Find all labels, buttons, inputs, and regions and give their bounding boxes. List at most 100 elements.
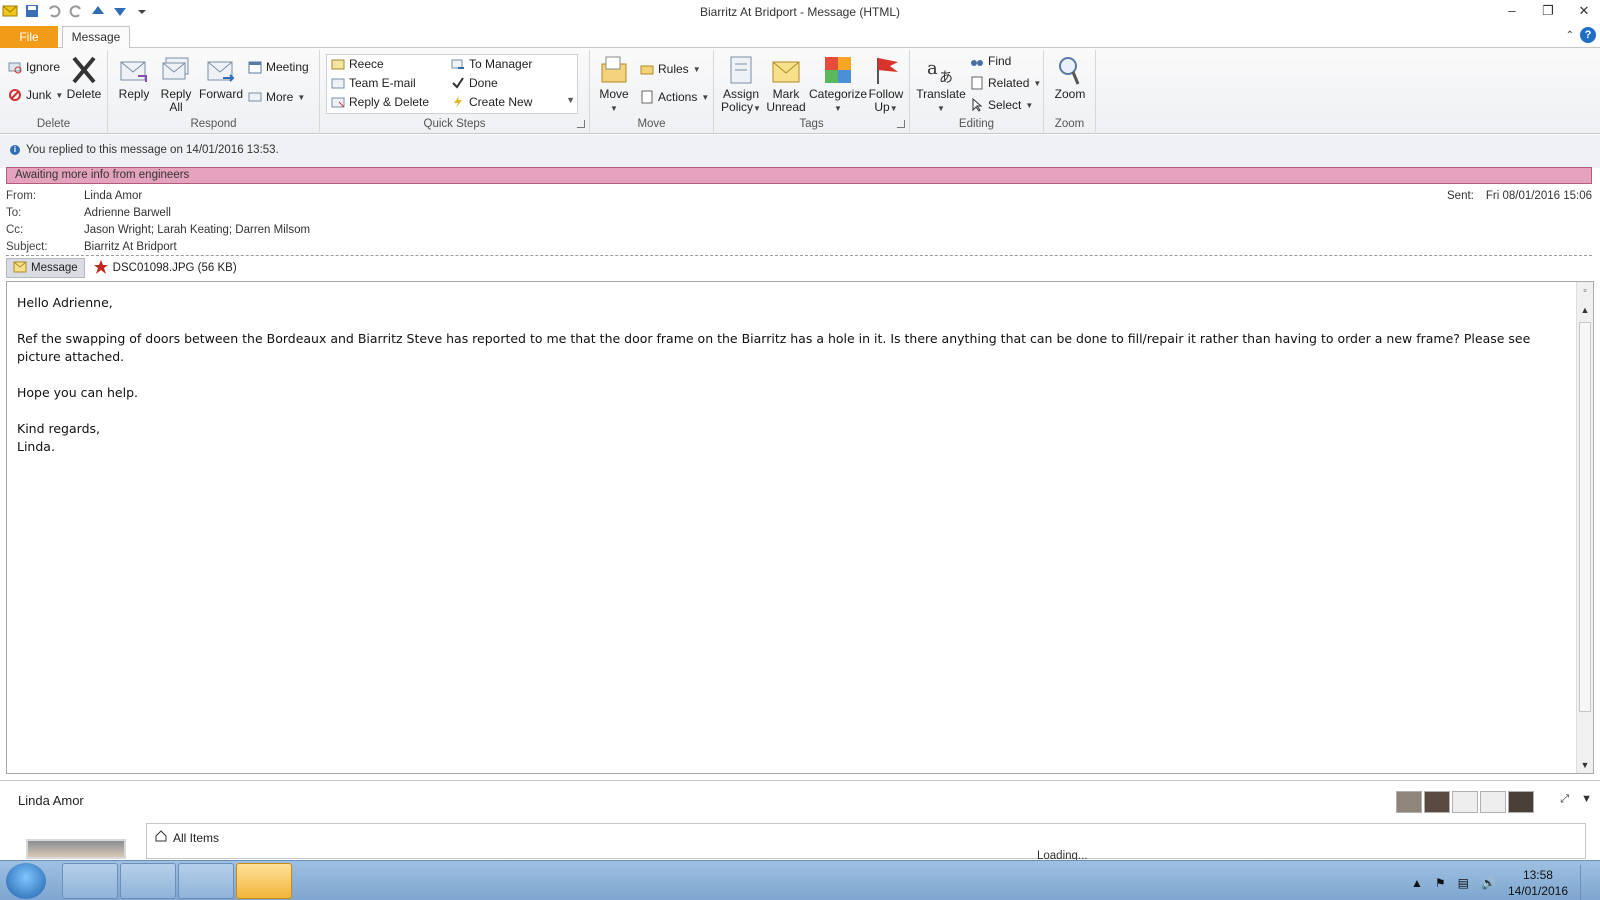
related-button[interactable]: Related ▼ — [970, 76, 1041, 90]
firefox-icon[interactable] — [120, 863, 176, 899]
reply-button[interactable]: Reply — [114, 54, 154, 101]
avatar[interactable] — [1452, 791, 1478, 813]
team-email-icon — [331, 76, 345, 90]
mark-unread-button[interactable]: Mark Unread — [764, 54, 808, 114]
binoculars-icon — [970, 54, 984, 68]
quick-step-team-email[interactable]: Team E-mail — [331, 76, 416, 90]
magnifier-icon — [1054, 54, 1086, 86]
system-tray: ▲ ⚑ ▤ 🔊 13:58 14/01/2016 — [1411, 865, 1590, 900]
reply-icon — [118, 54, 150, 86]
tab-message[interactable]: Message — [62, 26, 130, 49]
chevron-down-icon[interactable]: ▼ — [1581, 793, 1592, 806]
phone-app-icon[interactable] — [236, 863, 292, 899]
move-icon — [598, 54, 630, 86]
junk-button[interactable]: Junk ▼ — [8, 88, 63, 102]
network-icon[interactable]: ▤ — [1458, 876, 1469, 890]
body-scrollbar[interactable]: ▫ ▲ ▼ — [1576, 282, 1593, 773]
move-group: Move ▼ Rules ▼ Actions ▼ Move — [590, 50, 714, 132]
show-hidden-icons-icon[interactable]: ▲ — [1411, 876, 1423, 890]
scrollbar-thumb[interactable] — [1579, 322, 1591, 712]
categorize-icon — [822, 54, 854, 86]
more-respond-button[interactable]: More ▼ — [248, 90, 305, 104]
start-button[interactable] — [6, 863, 46, 899]
body-greeting: Hello Adrienne, — [17, 295, 113, 310]
actions-button[interactable]: Actions ▼ — [640, 90, 709, 104]
cc-value[interactable]: Jason Wright; Larah Keating; Darren Mils… — [84, 224, 310, 236]
people-pane-list: All Items Loading... — [146, 823, 1586, 862]
quick-step-done[interactable]: Done — [451, 76, 498, 90]
subject-value: Biarritz At Bridport — [84, 241, 177, 253]
to-value[interactable]: Adrienne Barwell — [84, 207, 171, 219]
restore-icon[interactable]: ❐ — [1540, 3, 1556, 19]
reply-all-icon — [160, 54, 192, 86]
attachment-bar: Message DSC01098.JPG (56 KB) — [6, 258, 237, 278]
categorize-button[interactable]: Categorize ▼ — [808, 54, 868, 115]
sent-value: Fri 08/01/2016 15:06 — [1485, 190, 1592, 202]
avatar[interactable] — [1424, 791, 1450, 813]
reply-all-button[interactable]: Reply All — [156, 54, 196, 114]
show-desktop-button[interactable] — [1580, 865, 1590, 900]
move-button[interactable]: Move ▼ — [594, 54, 634, 115]
delete-button[interactable]: Delete — [66, 54, 102, 101]
forward-icon — [205, 54, 237, 86]
quick-steps-expand-icon[interactable]: ▼ — [566, 95, 575, 105]
quick-step-reece[interactable]: Reece — [331, 57, 384, 71]
taskbar: ▲ ⚑ ▤ 🔊 13:58 14/01/2016 — [0, 860, 1600, 900]
close-icon[interactable]: ✕ — [1576, 3, 1592, 19]
scroll-up-icon[interactable]: ▲ — [1579, 304, 1591, 316]
tab-file[interactable]: File — [0, 26, 58, 48]
minimize-ribbon-icon[interactable]: ⌃ — [1566, 30, 1574, 41]
find-button[interactable]: Find — [970, 54, 1011, 68]
junk-icon — [8, 88, 22, 102]
from-value[interactable]: Linda Amor — [84, 190, 142, 202]
move-group-label: Move — [637, 118, 666, 130]
forward-button[interactable]: Forward — [198, 54, 244, 101]
ignore-button[interactable]: Ignore — [8, 60, 60, 74]
quick-step-reply-delete[interactable]: Reply & Delete — [331, 95, 429, 109]
file-explorer-icon[interactable] — [62, 863, 118, 899]
translate-button[interactable]: aあ Translate ▼ — [914, 54, 968, 115]
expand-icon[interactable]: ⤢ — [1560, 793, 1569, 806]
clock[interactable]: 13:58 14/01/2016 — [1508, 867, 1568, 899]
attachment-file[interactable]: DSC01098.JPG (56 KB) — [89, 259, 237, 278]
more-icon — [248, 90, 262, 104]
home-icon — [155, 830, 167, 845]
tags-group: Assign Policy▼ Mark Unread Categorize ▼ F… — [714, 50, 910, 132]
reading-pane-icon[interactable]: ▫ — [1579, 284, 1591, 296]
zoom-button[interactable]: Zoom — [1050, 54, 1090, 101]
avatar[interactable] — [1508, 791, 1534, 813]
window-controls: – ❐ ✕ — [1504, 3, 1592, 19]
minimize-icon[interactable]: – — [1504, 3, 1520, 19]
delete-group-label: Delete — [36, 118, 71, 130]
avatar[interactable] — [1480, 791, 1506, 813]
avatar[interactable] — [1396, 791, 1422, 813]
ignore-icon — [8, 60, 22, 74]
all-items-item[interactable]: All Items — [155, 830, 219, 845]
follow-up-flag-bar[interactable]: Awaiting more info from engineers — [6, 167, 1592, 184]
people-pane-name: Linda Amor — [18, 793, 84, 808]
quick-step-create-new[interactable]: Create New — [451, 95, 532, 109]
meeting-icon — [248, 60, 262, 74]
message-tab[interactable]: Message — [6, 258, 85, 278]
assign-policy-icon — [725, 54, 757, 86]
body-closing: Kind regards, — [17, 421, 100, 436]
window-title: Biarritz At Bridport - Message (HTML) — [699, 5, 901, 19]
help-icon[interactable]: ? — [1580, 27, 1596, 43]
follow-up-button[interactable]: Follow Up▼ — [866, 54, 906, 115]
people-pane: Linda Amor ⤢ ▼ All Items Loading... — [0, 780, 1600, 862]
assign-policy-button[interactable]: Assign Policy▼ — [720, 54, 762, 115]
from-label: From: — [6, 190, 37, 202]
select-button[interactable]: Select ▼ — [970, 97, 1033, 112]
scroll-down-icon[interactable]: ▼ — [1579, 759, 1591, 771]
volume-icon[interactable]: 🔊 — [1481, 876, 1496, 890]
message-body[interactable]: Hello Adrienne, Ref the swapping of door… — [17, 294, 1547, 456]
cc-row: Cc: Jason Wright; Larah Keating; Darren … — [6, 224, 310, 236]
meeting-button[interactable]: Meeting — [248, 60, 309, 74]
quick-step-to-manager[interactable]: To Manager — [451, 57, 532, 71]
rules-button[interactable]: Rules ▼ — [640, 62, 701, 76]
lightning-icon — [451, 95, 465, 109]
action-center-flag-icon[interactable]: ⚑ — [1435, 876, 1446, 890]
outlook-taskbar-icon[interactable] — [178, 863, 234, 899]
flag-icon — [870, 54, 902, 86]
contact-photo — [26, 839, 126, 859]
